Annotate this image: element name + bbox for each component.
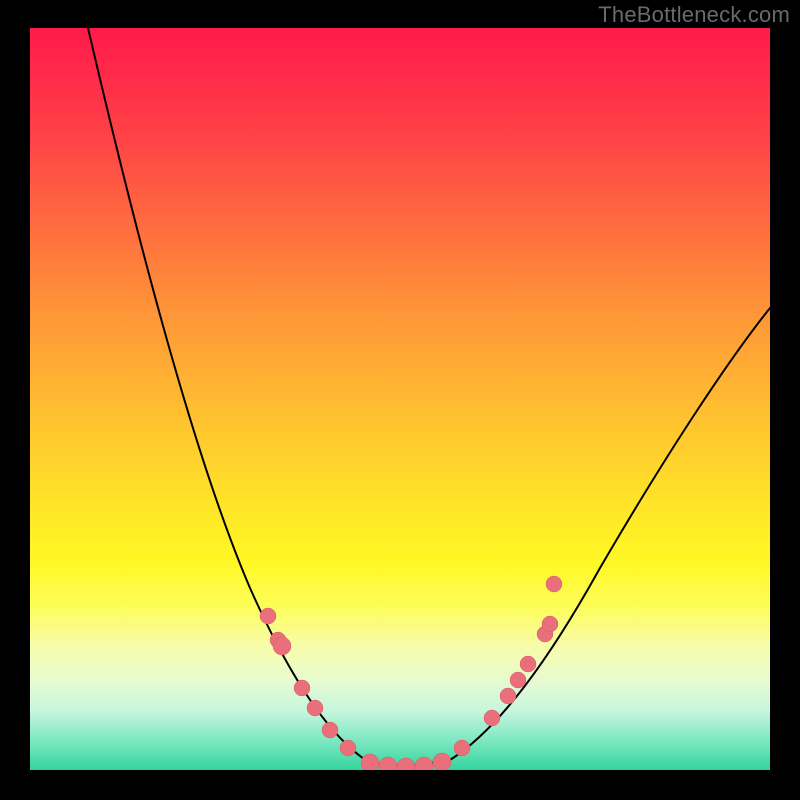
chart-area	[30, 28, 770, 770]
watermark-text: TheBottleneck.com	[598, 2, 790, 28]
data-point	[500, 688, 516, 704]
data-point	[415, 757, 433, 770]
data-point	[322, 722, 338, 738]
data-point	[340, 740, 356, 756]
data-point	[546, 576, 562, 592]
data-point	[433, 753, 451, 770]
curve-right-branch	[410, 308, 770, 766]
data-point	[379, 757, 397, 770]
data-point	[520, 656, 536, 672]
data-point	[454, 740, 470, 756]
data-point	[273, 637, 291, 655]
data-point	[361, 754, 379, 770]
data-point	[307, 700, 323, 716]
data-point	[260, 608, 276, 624]
chart-svg	[30, 28, 770, 770]
data-point	[294, 680, 310, 696]
data-point	[510, 672, 526, 688]
data-point	[542, 616, 558, 632]
data-point	[484, 710, 500, 726]
curve-left-branch	[88, 28, 410, 766]
data-point	[397, 758, 415, 770]
